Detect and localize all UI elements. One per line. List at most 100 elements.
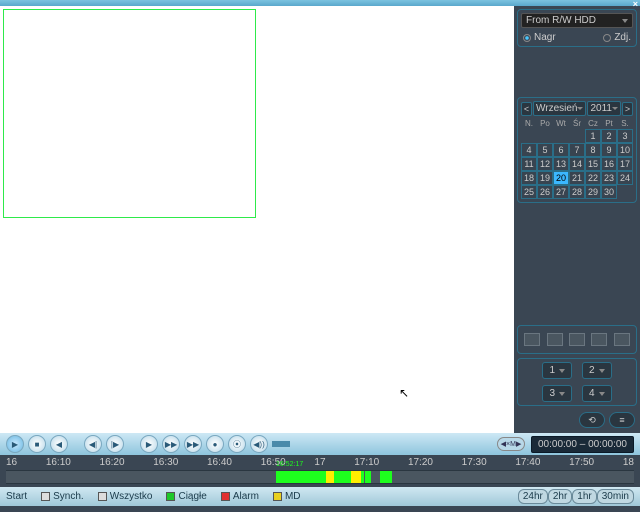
cal-day[interactable]: 16 xyxy=(601,157,617,171)
cal-dow: Po xyxy=(537,118,553,129)
cal-day[interactable]: 25 xyxy=(521,185,537,199)
cal-day[interactable]: 12 xyxy=(537,157,553,171)
alarm-check[interactable]: Alarm xyxy=(221,491,259,502)
channel-highlight[interactable] xyxy=(3,9,256,218)
layout-9-icon[interactable] xyxy=(591,333,607,346)
zoom-2h[interactable]: 2hr xyxy=(548,489,572,504)
step-fwd-button[interactable]: |▶ xyxy=(106,435,124,453)
tl-tick: 16:30 xyxy=(153,457,178,468)
channel-4-select[interactable]: 4 xyxy=(582,385,612,402)
tl-tick: 17:30 xyxy=(462,457,487,468)
list-button[interactable]: ≡ xyxy=(609,412,635,428)
stop-button[interactable]: ■ xyxy=(28,435,46,453)
zoom-24h[interactable]: 24hr xyxy=(518,489,548,504)
cal-day[interactable]: 14 xyxy=(569,157,585,171)
cal-prev-button[interactable]: < xyxy=(521,102,532,116)
tl-tick: 16:10 xyxy=(46,457,71,468)
md-check[interactable]: MD xyxy=(273,491,301,502)
rec-button[interactable]: ● xyxy=(206,435,224,453)
layout-4-icon[interactable] xyxy=(547,333,563,346)
zoom-30m[interactable]: 30min xyxy=(597,489,634,504)
layout-panel xyxy=(517,325,637,354)
cal-day xyxy=(521,129,537,143)
cal-day[interactable]: 17 xyxy=(617,157,633,171)
calendar-panel: < Wrzesień 2011 > N.PoWtŚrCzPtS. 1234567… xyxy=(517,97,637,203)
tl-tick: 17 xyxy=(314,457,325,468)
video-viewport: ↖ xyxy=(0,6,514,433)
speed-scrub[interactable]: ◀×M▶ xyxy=(497,437,525,451)
play-button[interactable]: ▶ xyxy=(6,435,24,453)
cal-year-select[interactable]: 2011 xyxy=(587,101,621,116)
cal-day[interactable]: 18 xyxy=(521,171,537,185)
cal-day[interactable]: 6 xyxy=(553,143,569,157)
cal-day[interactable]: 4 xyxy=(521,143,537,157)
source-panel: From R/W HDD Nagr Zdj. xyxy=(517,9,637,47)
cal-day[interactable]: 21 xyxy=(569,171,585,185)
step-back-button[interactable]: ◀| xyxy=(84,435,102,453)
tl-tick: 16:40 xyxy=(207,457,232,468)
legend-bar: Start Synch. Wszystko Ciągłe Alarm MD 24… xyxy=(0,487,640,506)
cal-day[interactable]: 2 xyxy=(601,129,617,143)
timeline[interactable]: 1616:1016:2016:3016:4016:501717:1017:201… xyxy=(0,455,640,487)
zoom-1h[interactable]: 1hr xyxy=(572,489,596,504)
layout-16-icon[interactable] xyxy=(614,333,630,346)
cal-day[interactable]: 26 xyxy=(537,185,553,199)
close-icon[interactable]: × xyxy=(633,0,638,9)
tl-tick: 17:50 xyxy=(569,457,594,468)
next-button[interactable]: ▶ xyxy=(140,435,158,453)
cal-dow: Pt xyxy=(601,118,617,129)
cal-dow: S. xyxy=(617,118,633,129)
sync-button[interactable]: ⟲ xyxy=(579,412,605,428)
cal-day[interactable]: 9 xyxy=(601,143,617,157)
cal-day[interactable]: 1 xyxy=(585,129,601,143)
cal-day[interactable]: 24 xyxy=(617,171,633,185)
channel-2-select[interactable]: 2 xyxy=(582,362,612,379)
tl-tick: 16:20 xyxy=(100,457,125,468)
cal-day[interactable]: 27 xyxy=(553,185,569,199)
cal-day[interactable]: 13 xyxy=(553,157,569,171)
transport-bar: ▶ ■ ◀ ◀| |▶ ▶ ▶▶ ▶▶ ● ⦿ ◀)) ◀×M▶ 00:00:0… xyxy=(0,433,640,455)
cal-day[interactable]: 20 xyxy=(553,171,569,185)
layout-8-icon[interactable] xyxy=(569,333,585,346)
timeline-cursor: 16:52:17 xyxy=(276,461,303,468)
cal-day[interactable]: 7 xyxy=(569,143,585,157)
cal-month-select[interactable]: Wrzesień xyxy=(533,101,587,116)
cal-day[interactable]: 15 xyxy=(585,157,601,171)
radio-zdj[interactable]: Zdj. xyxy=(603,32,631,43)
ffwd-button[interactable]: ▶▶ xyxy=(184,435,202,453)
cal-day[interactable]: 11 xyxy=(521,157,537,171)
synch-check[interactable]: Synch. xyxy=(41,491,84,502)
cont-check[interactable]: Ciągłe xyxy=(166,491,206,502)
cal-day[interactable]: 5 xyxy=(537,143,553,157)
cal-dow: Śr xyxy=(569,118,585,129)
source-dropdown[interactable]: From R/W HDD xyxy=(521,13,633,28)
cal-day[interactable]: 22 xyxy=(585,171,601,185)
cal-day[interactable]: 23 xyxy=(601,171,617,185)
cal-day[interactable]: 3 xyxy=(617,129,633,143)
cal-day[interactable]: 19 xyxy=(537,171,553,185)
cal-day[interactable]: 28 xyxy=(569,185,585,199)
cal-dow: N. xyxy=(521,118,537,129)
volume-slider[interactable] xyxy=(272,441,290,447)
radio-nagr[interactable]: Nagr xyxy=(523,32,556,43)
volume-icon[interactable]: ◀)) xyxy=(250,435,268,453)
cal-day[interactable]: 29 xyxy=(585,185,601,199)
channel-1-select[interactable]: 1 xyxy=(542,362,572,379)
ff-button[interactable]: ▶▶ xyxy=(162,435,180,453)
tl-tick: 17:20 xyxy=(408,457,433,468)
cal-day xyxy=(537,129,553,143)
cal-day[interactable]: 10 xyxy=(617,143,633,157)
layout-1-icon[interactable] xyxy=(524,333,540,346)
cal-day[interactable]: 8 xyxy=(585,143,601,157)
cursor-icon: ↖ xyxy=(399,386,409,400)
tl-tick: 17:40 xyxy=(515,457,540,468)
channel-3-select[interactable]: 3 xyxy=(542,385,572,402)
cal-day[interactable]: 30 xyxy=(601,185,617,199)
prev-button[interactable]: ◀ xyxy=(50,435,68,453)
cal-dow: Wt xyxy=(553,118,569,129)
tl-tick: 17:10 xyxy=(354,457,379,468)
cal-next-button[interactable]: > xyxy=(622,102,633,116)
snap-button[interactable]: ⦿ xyxy=(228,435,246,453)
tl-tick: 18 xyxy=(623,457,634,468)
all-check[interactable]: Wszystko xyxy=(98,491,153,502)
